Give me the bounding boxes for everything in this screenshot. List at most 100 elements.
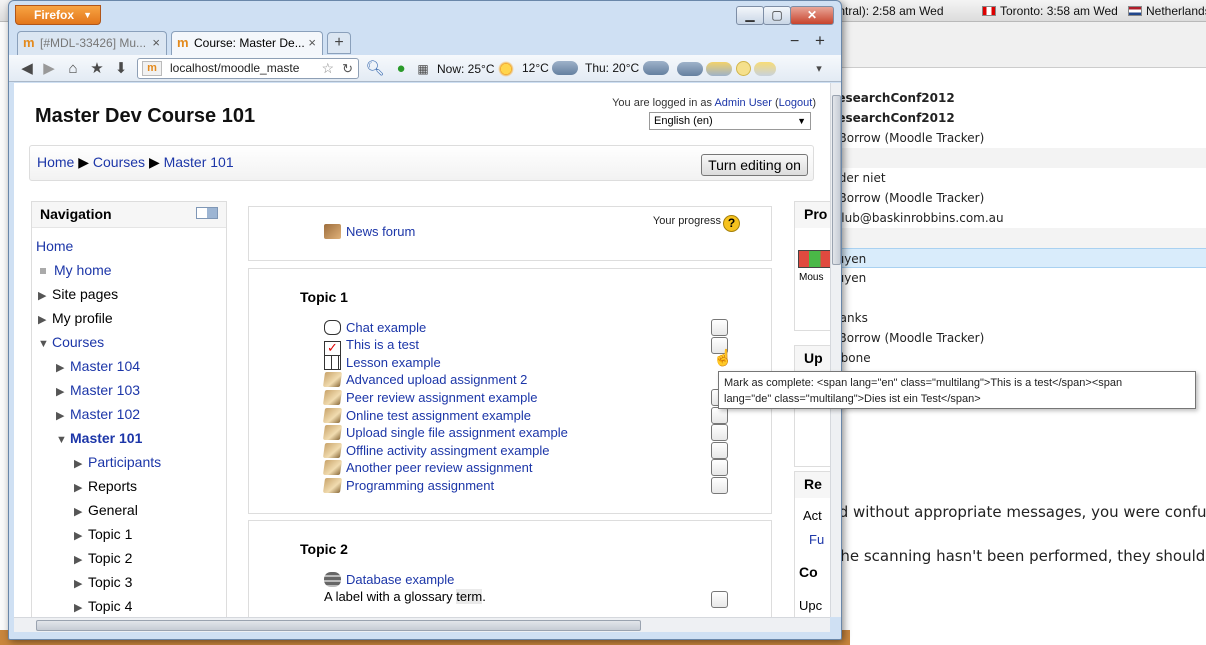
activity-item[interactable]: Advanced upload assignment 2 [322,372,527,387]
activity-news-forum[interactable]: News forum [324,224,415,239]
nav-general[interactable]: ▶ General [74,502,138,518]
user-profile-link[interactable]: Admin User [714,97,771,109]
back-arrow-icon[interactable]: ◀ [17,59,37,79]
site-identity-icon[interactable]: m [142,61,162,76]
completion-checkbox[interactable] [711,319,728,336]
nav-course-master-102[interactable]: ▶ Master 102 [56,406,140,422]
activity-item[interactable]: Programming assignment [322,478,494,493]
list-item[interactable]: ny Borrow (Moodle Tracker) [820,328,1206,348]
breadcrumb-home[interactable]: Home [37,154,74,170]
status-globe-icon[interactable]: ● [391,59,411,79]
logout-link[interactable]: Logout [779,97,813,109]
list-item[interactable]: ny Borrow (Moodle Tracker) [820,128,1206,148]
nav-participants[interactable]: ▶ Participants [74,454,161,470]
activity-item[interactable]: Peer review assignment example [322,390,537,405]
url-bar[interactable]: m localhost/moodle_maste ☆ ↻ [137,58,359,79]
list-item[interactable]: eResearchConf2012 [820,108,1206,128]
progress-bar[interactable] [798,250,830,268]
nav-home[interactable]: Home [36,238,73,254]
help-icon[interactable]: ? [723,215,740,232]
list-item[interactable]: an der niet [820,168,1206,188]
turn-editing-on-button[interactable]: Turn editing on [701,154,808,176]
list-item[interactable]: d Banks [820,308,1206,328]
expand-arrow-icon[interactable]: ▶ [56,361,70,374]
horizontal-scrollbar[interactable] [14,617,830,632]
completion-checkbox[interactable] [711,477,728,494]
extension-menu-icon[interactable]: ▾ [809,59,829,79]
nav-course-master-101[interactable]: ▼ Master 101 [56,430,142,446]
activity-item[interactable]: Chat example [324,320,426,335]
nav-topic-4[interactable]: ▶ Topic 4 [74,598,132,614]
expand-arrow-icon[interactable]: ▶ [74,505,88,518]
activity-item[interactable]: ✓ This is a test [324,337,419,356]
completion-checkbox[interactable] [711,424,728,441]
completion-checkbox[interactable] [711,407,728,424]
completion-checkbox[interactable] [711,442,728,459]
close-tab-icon[interactable]: × [308,32,316,54]
nav-site-pages[interactable]: ▶ Site pages [38,286,118,302]
activity-item[interactable]: Upload single file assignment example [322,425,568,440]
language-select[interactable]: English (en) ▼ [649,112,811,130]
list-item[interactable]: ny Borrow (Moodle Tracker) [820,188,1206,208]
nav-topic-2[interactable]: ▶ Topic 2 [74,550,132,566]
zoom-out-button[interactable]: − [790,33,799,51]
weather-forecast[interactable] [677,61,777,76]
expand-arrow-icon[interactable]: ▶ [56,409,70,422]
scrollbar-thumb[interactable] [36,620,641,631]
forward-arrow-icon[interactable]: ▶ [39,59,59,79]
activity-item[interactable]: Another peer review assignment [322,460,532,475]
list-item-selected[interactable]: Nguyen [820,248,1206,268]
activity-item[interactable]: Database example [324,572,454,587]
breadcrumb-course[interactable]: Master 101 [164,154,234,170]
expand-arrow-icon[interactable]: ▶ [56,385,70,398]
minimize-button[interactable]: ▁ [736,6,764,25]
nav-course-master-103[interactable]: ▶ Master 103 [56,382,140,398]
nav-course-master-104[interactable]: ▶ Master 104 [56,358,140,374]
expand-arrow-icon[interactable]: ▶ [38,289,52,302]
activity-item[interactable]: Offline activity assingment example [322,443,550,458]
collapse-arrow-icon[interactable]: ▼ [56,434,70,446]
nav-my-profile[interactable]: ▶ My profile [38,310,113,326]
glossary-term[interactable]: term [456,589,483,604]
tab-course[interactable]: m Course: Master De... × [171,31,323,55]
list-item[interactable]: Nguyen [820,268,1206,288]
list-item[interactable]: eResearchConf2012 [820,88,1206,108]
list-item[interactable]: Carbone [820,348,1206,368]
dock-block-icon[interactable] [196,207,218,219]
vertical-scrollbar[interactable] [830,83,841,617]
new-tab-button[interactable]: + [327,32,351,54]
maximize-button[interactable]: ▢ [763,6,791,25]
home-icon[interactable]: ⌂ [63,59,83,79]
list-item[interactable]: nyclub@baskinrobbins.com.au [820,208,1206,228]
nav-reports[interactable]: ▶ Reports [74,478,137,494]
zoom-in-button[interactable]: + [815,31,825,51]
firefox-menu-button[interactable]: Firefox ▼ [15,5,101,25]
breadcrumb-courses[interactable]: Courses [93,154,145,170]
expand-arrow-icon[interactable]: ▶ [74,601,88,614]
scrollbar-thumb[interactable] [832,95,841,265]
weather-now[interactable]: Now: 25°C [437,61,514,77]
bookmarks-icon[interactable]: ★ [87,59,107,79]
expand-arrow-icon[interactable]: ▶ [74,577,88,590]
close-window-button[interactable]: ✕ [790,6,834,25]
download-icon[interactable]: ⬇ [111,59,131,79]
list-item[interactable]: rt [820,288,1206,308]
nav-my-home[interactable]: My home [36,262,112,278]
expand-arrow-icon[interactable]: ▶ [74,529,88,542]
reload-icon[interactable]: ↻ [342,59,353,78]
search-icon[interactable]: 🔍︎ [365,59,385,79]
expand-arrow-icon[interactable]: ▶ [74,457,88,470]
completion-checkbox[interactable] [711,591,728,608]
close-tab-icon[interactable]: × [152,32,160,54]
activity-item[interactable]: Lesson example [324,355,441,370]
nav-topic-3[interactable]: ▶ Topic 3 [74,574,132,590]
nav-topic-1[interactable]: ▶ Topic 1 [74,526,132,542]
completion-checkbox[interactable] [711,459,728,476]
block-link[interactable]: Fu [809,532,824,547]
activity-item[interactable]: Online test assignment example [322,408,531,423]
expand-arrow-icon[interactable]: ▶ [38,313,52,326]
expand-arrow-icon[interactable]: ▶ [74,481,88,494]
calendar-icon[interactable]: ▦ [413,59,433,79]
nav-courses[interactable]: ▼ Courses [38,334,104,350]
collapse-arrow-icon[interactable]: ▼ [38,338,52,350]
